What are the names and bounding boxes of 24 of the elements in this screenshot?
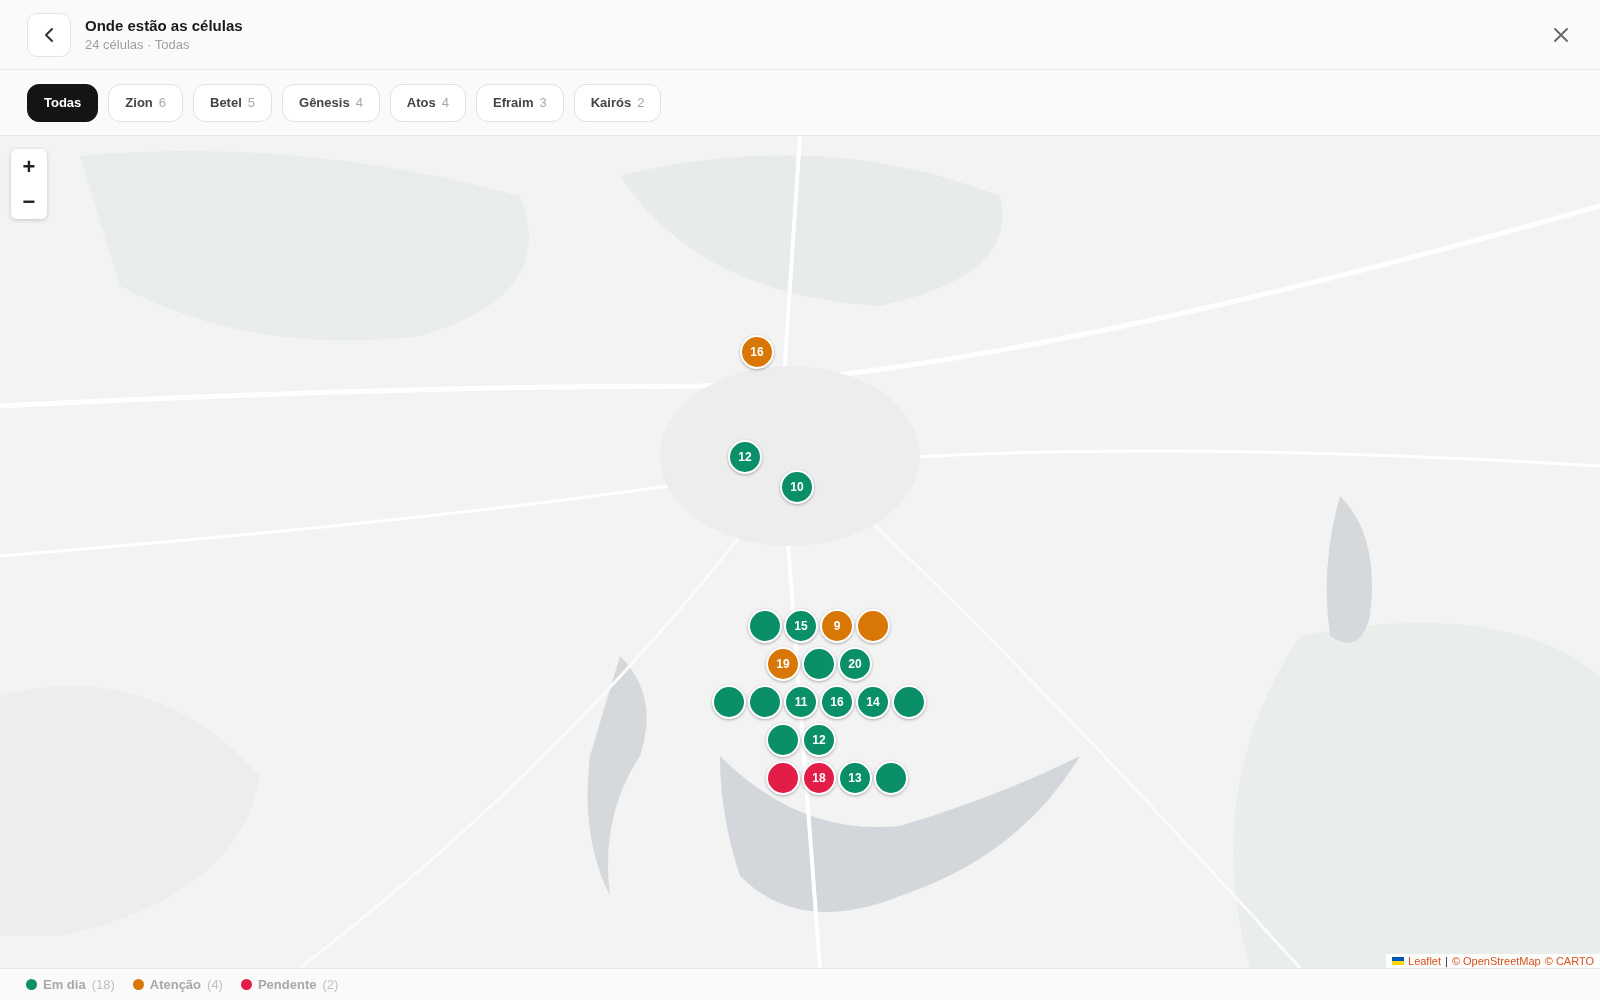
legend-count: (4)	[207, 977, 223, 992]
page-subtitle: 24 células · Todas	[85, 37, 191, 52]
filter-chip[interactable]: Kairós 2	[573, 83, 662, 122]
filter-chip[interactable]: Gênesis 4	[282, 83, 380, 122]
openstreetmap-link[interactable]: © OpenStreetMap	[1451, 955, 1541, 967]
legend-count: (18)	[91, 977, 115, 992]
zoom-in-button[interactable]: +	[11, 149, 47, 184]
leaflet-link[interactable]: Leaflet	[1408, 955, 1442, 967]
attribution-separator: |	[1445, 955, 1448, 967]
filter-chip[interactable]: Betel 5	[193, 83, 273, 122]
filter-chip[interactable]: Todas	[27, 83, 99, 122]
zoom-out-button[interactable]: −	[11, 184, 47, 219]
chevron-left-icon	[44, 26, 54, 43]
page-title: Onde estão as células	[85, 17, 244, 34]
close-icon	[1553, 26, 1569, 43]
legend-count: (2)	[322, 977, 339, 992]
filter-chip[interactable]: Atos 4	[389, 83, 466, 122]
legend-label: Pendente	[257, 977, 317, 992]
flag-icon	[1392, 957, 1404, 965]
carto-link[interactable]: © CARTO	[1544, 955, 1594, 967]
filter-chip[interactable]: Efraim 3	[476, 83, 564, 122]
legend-label: Em dia	[43, 977, 86, 992]
legend-label: Atenção	[149, 977, 202, 992]
filter-chip[interactable]: Zion 6	[108, 83, 183, 122]
